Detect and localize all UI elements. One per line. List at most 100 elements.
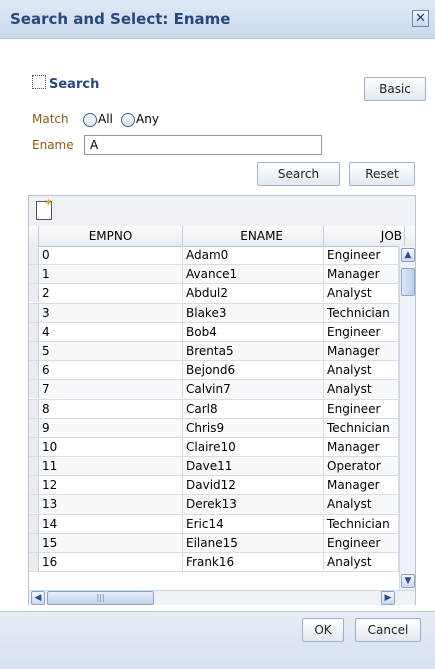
vertical-scroll-thumb[interactable] <box>401 268 415 296</box>
cell-ename: Calvin7 <box>183 380 324 399</box>
cell-empno: 10 <box>39 437 183 456</box>
scroll-down-icon[interactable]: ▼ <box>401 574 415 588</box>
cell-ename: Blake3 <box>183 303 324 322</box>
cell-job: Technician <box>324 303 399 322</box>
results-table: EMPNO ENAME JOB 0Adam0Engineer1Avance1Ma… <box>28 195 416 605</box>
cell-empno: 0 <box>39 246 183 264</box>
row-selector[interactable] <box>29 495 39 514</box>
match-all-radio[interactable] <box>83 113 97 127</box>
row-selector[interactable] <box>29 553 39 571</box>
cell-ename: Chris9 <box>183 418 324 437</box>
table-row[interactable]: 13 Derek13 Analyst <box>29 495 399 515</box>
row-selector[interactable] <box>29 341 39 360</box>
row-selector[interactable] <box>29 437 39 456</box>
cell-empno: 11 <box>39 457 183 476</box>
table-row[interactable]: 6 Bejond6 Analyst <box>29 361 399 381</box>
reset-button[interactable]: Reset <box>349 162 415 186</box>
cell-job: Manager <box>324 265 399 284</box>
cell-empno: 8 <box>39 399 183 418</box>
table-row[interactable]: 2 Abdul2 Analyst <box>29 284 399 304</box>
scroll-right-icon[interactable]: ▶ <box>381 591 395 605</box>
row-selector-header <box>29 226 39 246</box>
table-row[interactable]: 8 Carl8 Engineer <box>29 399 399 419</box>
cell-job: Technician <box>324 514 399 533</box>
table-row[interactable]: 11 Dave11 Operator <box>29 457 399 477</box>
table-row[interactable]: 14 Eric14 Technician <box>29 514 399 534</box>
row-selector[interactable] <box>29 457 39 476</box>
row-selector[interactable] <box>29 284 39 303</box>
cell-empno: 1 <box>39 265 183 284</box>
row-selector[interactable] <box>29 476 39 495</box>
row-selector[interactable] <box>29 303 39 322</box>
cell-job: Engineer <box>324 399 399 418</box>
close-icon[interactable]: ✕ <box>412 10 429 27</box>
search-header: Search <box>32 75 99 92</box>
match-any-label: Any <box>136 112 159 126</box>
basic-button[interactable]: Basic <box>364 77 426 101</box>
cell-job: Manager <box>324 476 399 495</box>
row-selector[interactable] <box>29 322 39 341</box>
vertical-scrollbar[interactable]: ▲ ▼ <box>399 246 415 590</box>
cell-empno: 4 <box>39 322 183 341</box>
ok-button[interactable]: OK <box>302 618 344 642</box>
table-row[interactable]: 3 Blake3 Technician <box>29 303 399 323</box>
table-row[interactable]: 16 Frank16 Analyst <box>29 553 399 573</box>
table-row[interactable]: 4 Bob4 Engineer <box>29 322 399 342</box>
cell-empno: 9 <box>39 418 183 437</box>
cell-ename: Brenta5 <box>183 341 324 360</box>
cell-ename: David12 <box>183 476 324 495</box>
horizontal-scroll-thumb[interactable]: ||| <box>47 591 154 605</box>
column-header-ename[interactable]: ENAME <box>183 226 324 246</box>
row-selector[interactable] <box>29 533 39 552</box>
cell-empno: 5 <box>39 341 183 360</box>
column-header-empno[interactable]: EMPNO <box>39 226 183 246</box>
cell-ename: Adam0 <box>183 246 324 264</box>
row-selector[interactable] <box>29 361 39 380</box>
cell-ename: Bob4 <box>183 322 324 341</box>
match-all-label: All <box>98 112 113 126</box>
table-body: 0 Adam0 Engineer 1 Avance1 Manager 2 Abdul2 Anal… <box>29 246 399 590</box>
row-selector[interactable] <box>29 514 39 533</box>
table-row[interactable]: 10 Claire10 Manager <box>29 437 399 458</box>
cell-job: Manager <box>324 341 399 360</box>
new-record-icon[interactable] <box>36 196 53 220</box>
cell-empno: 7 <box>39 380 183 399</box>
table-row[interactable]: 5 Brenta5 Manager <box>29 341 399 362</box>
cell-empno: 6 <box>39 361 183 380</box>
cell-empno: 12 <box>39 476 183 495</box>
cell-job: Engineer <box>324 322 399 341</box>
cancel-button[interactable]: Cancel <box>355 618 421 642</box>
row-selector[interactable] <box>29 246 39 264</box>
table-row[interactable]: 7 Calvin7 Analyst <box>29 380 399 400</box>
table-row[interactable]: 15 Eilane15 Engineer <box>29 533 399 553</box>
table-row[interactable]: 0 Adam0 Engineer <box>29 246 399 266</box>
table-row[interactable]: 12 David12 Manager <box>29 476 399 496</box>
row-selector[interactable] <box>29 418 39 437</box>
search-button[interactable]: Search <box>257 162 340 186</box>
cell-ename: Frank16 <box>183 553 324 571</box>
scroll-up-icon[interactable]: ▲ <box>401 248 415 262</box>
cell-ename: Eric14 <box>183 514 324 533</box>
search-panel-icon <box>32 75 46 89</box>
scroll-left-icon[interactable]: ◀ <box>31 591 45 605</box>
horizontal-scrollbar[interactable]: ◀ ||| ▶ <box>29 590 415 605</box>
row-selector[interactable] <box>29 399 39 418</box>
cell-empno: 13 <box>39 495 183 514</box>
cell-ename: Avance1 <box>183 265 324 284</box>
cell-ename: Carl8 <box>183 399 324 418</box>
match-any-radio[interactable] <box>121 113 135 127</box>
cell-empno: 3 <box>39 303 183 322</box>
table-row[interactable]: 9 Chris9 Technician <box>29 418 399 438</box>
cell-empno: 15 <box>39 533 183 552</box>
column-header-job[interactable]: JOB <box>324 226 405 246</box>
table-toolbar <box>29 196 415 227</box>
search-header-label: Search <box>49 77 100 92</box>
row-selector[interactable] <box>29 265 39 284</box>
dialog-title: Search and Select: Ename <box>10 10 231 28</box>
cell-job: Technician <box>324 418 399 437</box>
table-row[interactable]: 1 Avance1 Manager <box>29 265 399 285</box>
cell-job: Manager <box>324 437 399 456</box>
ename-input[interactable]: A <box>84 135 322 155</box>
row-selector[interactable] <box>29 380 39 399</box>
table-header: EMPNO ENAME JOB <box>29 226 415 247</box>
